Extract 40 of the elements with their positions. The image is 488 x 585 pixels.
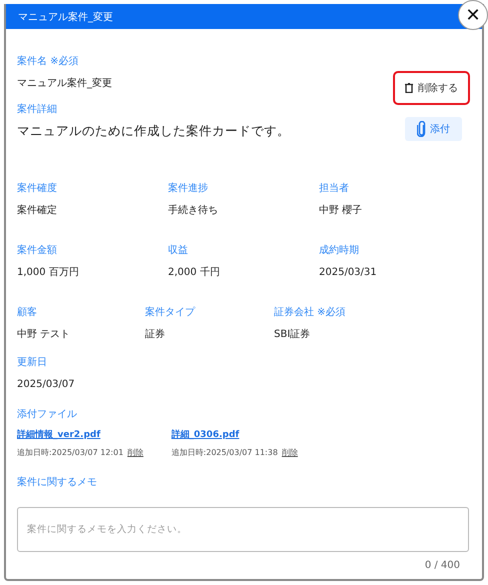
field-value: 手続き待ち bbox=[168, 204, 219, 218]
field-value: マニュアルのために作成した案件カードです。 bbox=[17, 123, 290, 139]
section-label: 案件に関するメモ bbox=[17, 476, 98, 490]
window-title: マニュアル案件_変更 bbox=[18, 10, 113, 24]
close-button[interactable]: ✕ bbox=[458, 0, 488, 30]
field-value: 中野 櫻子 bbox=[319, 204, 364, 218]
delete-button[interactable]: 削除する bbox=[393, 71, 470, 105]
field-label: 案件進捗 bbox=[168, 182, 209, 196]
attach-button[interactable]: 添付 bbox=[405, 117, 462, 141]
field-label: 証券会社 ※必須 bbox=[274, 306, 347, 320]
field-value: 1,000 百万円 bbox=[17, 266, 80, 280]
file-link[interactable]: 詳細_0306.pdf bbox=[171, 428, 298, 441]
field-value: 2025/03/31 bbox=[319, 266, 378, 280]
memo-field[interactable]: 案件に関するメモを入力ください。 bbox=[17, 507, 469, 552]
field-label: 案件詳細 bbox=[17, 103, 58, 117]
field-value: SBI証券 bbox=[274, 328, 312, 342]
field-label: 収益 bbox=[168, 244, 189, 258]
trash-icon bbox=[405, 83, 413, 93]
field-value: マニュアル案件_変更 bbox=[17, 77, 113, 91]
field-label: 案件タイプ bbox=[145, 306, 196, 320]
field-label: 案件金額 bbox=[17, 244, 58, 258]
delete-link[interactable]: 削除 bbox=[127, 447, 144, 458]
added-date: 追加日時:2025/03/07 11:38 bbox=[171, 447, 278, 458]
paperclip-icon bbox=[417, 121, 426, 137]
field-value: 2,000 千円 bbox=[168, 266, 221, 280]
field-label: 成約時期 bbox=[319, 244, 360, 258]
character-count: 0 / 400 bbox=[424, 560, 460, 571]
field-label: 案件確度 bbox=[17, 182, 58, 196]
delete-link[interactable]: 削除 bbox=[282, 447, 298, 458]
field-label: 担当者 bbox=[319, 182, 350, 196]
added-date: 追加日時:2025/03/07 12:01 bbox=[17, 447, 124, 458]
field-value: 証券 bbox=[145, 328, 166, 342]
field-label: 案件名 ※必須 bbox=[17, 55, 80, 69]
field-value: 案件確定 bbox=[17, 204, 58, 218]
field-label: 顧客 bbox=[17, 306, 38, 320]
field-value: 2025/03/07 bbox=[17, 378, 76, 392]
section-label: 添付ファイル bbox=[17, 408, 78, 422]
file-link[interactable]: 詳細情報_ver2.pdf bbox=[17, 428, 144, 441]
field-value: 中野 テスト bbox=[17, 328, 72, 342]
field-label: 更新日 bbox=[17, 356, 48, 370]
